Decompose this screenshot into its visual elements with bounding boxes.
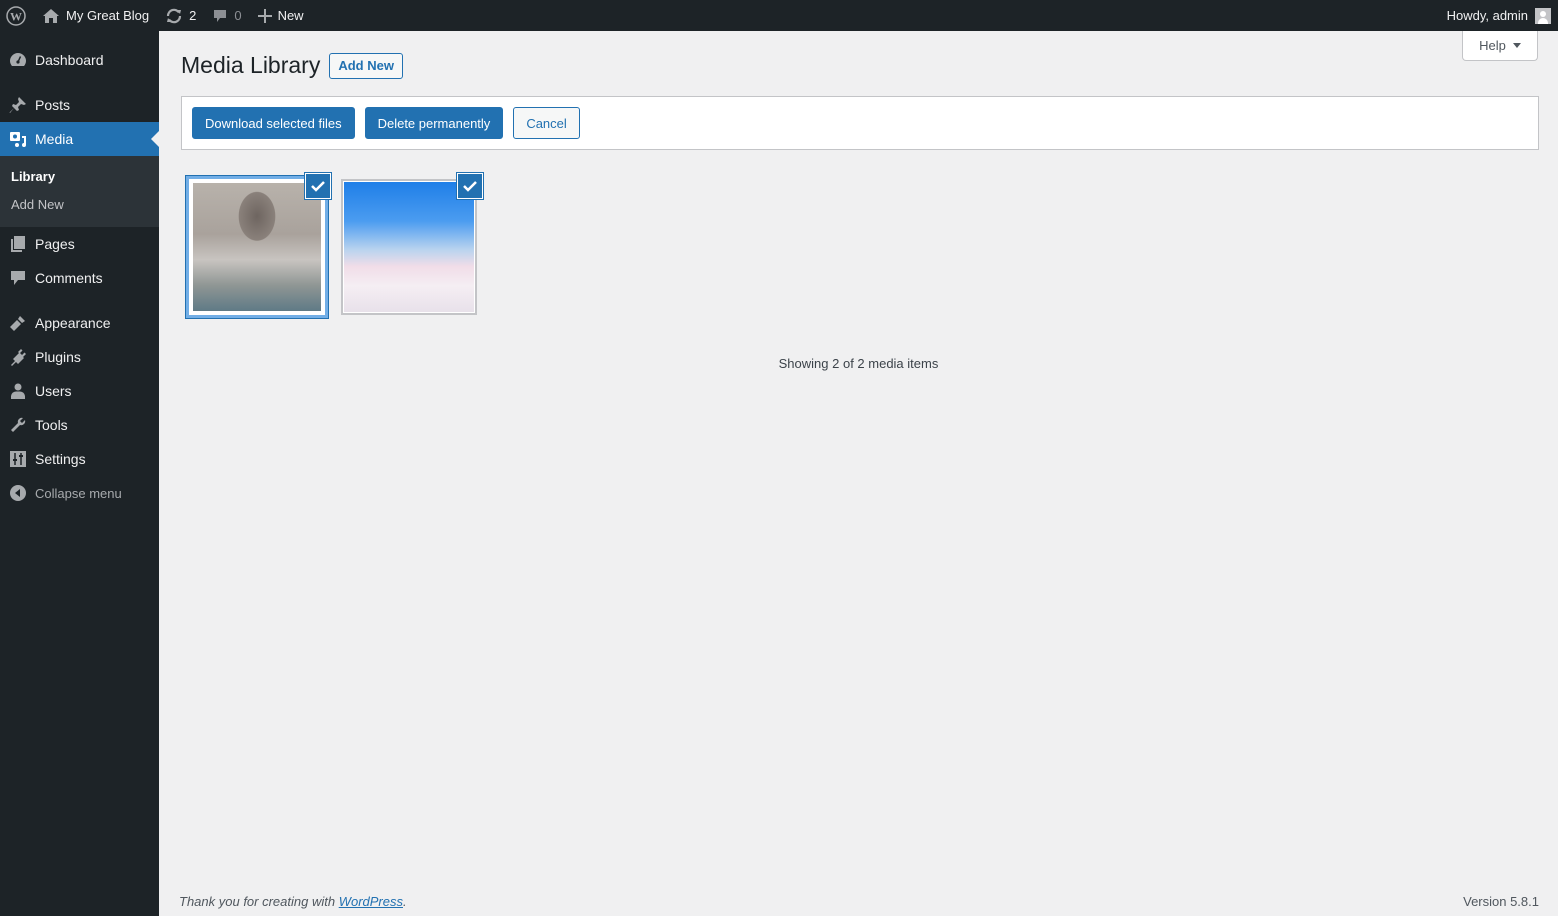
updates-count: 2 bbox=[189, 8, 197, 23]
new-content-menu[interactable]: New bbox=[250, 0, 312, 31]
settings-icon bbox=[8, 449, 28, 469]
media-count-status: Showing 2 of 2 media items bbox=[778, 356, 939, 371]
help-label: Help bbox=[1479, 38, 1506, 53]
collapse-menu-label: Collapse menu bbox=[35, 485, 122, 501]
wordpress-link[interactable]: WordPress bbox=[339, 894, 403, 909]
site-name: My Great Blog bbox=[66, 8, 150, 23]
footer-version: Version 5.8.1 bbox=[1463, 893, 1539, 909]
wordpress-logo-icon: W bbox=[6, 5, 26, 26]
footer: Thank you for creating with WordPress. V… bbox=[159, 886, 1558, 916]
wp-logo-menu[interactable]: W bbox=[0, 0, 34, 31]
sidebar-item-label: Media bbox=[35, 131, 74, 147]
comments-count: 0 bbox=[234, 8, 242, 23]
home-icon bbox=[42, 8, 60, 24]
media-toolbar: Download selected files Delete permanent… bbox=[181, 96, 1539, 150]
delete-permanently-button[interactable]: Delete permanently bbox=[364, 107, 504, 139]
footer-thanks-text: Thank you for creating with bbox=[179, 893, 339, 909]
submenu-item-library[interactable]: Library bbox=[0, 163, 159, 191]
admin-bar: W My Great Blog 2 0 New Howdy, admin bbox=[0, 0, 1558, 31]
comment-icon bbox=[212, 8, 228, 24]
svg-text:W: W bbox=[10, 9, 22, 23]
pin-icon bbox=[8, 95, 28, 115]
add-new-button[interactable]: Add New bbox=[329, 52, 403, 79]
sidebar-item-comments[interactable]: Comments bbox=[0, 261, 159, 295]
attachments-grid bbox=[186, 173, 490, 318]
footer-thanks: Thank you for creating with WordPress. bbox=[179, 894, 407, 909]
cancel-button[interactable]: Cancel bbox=[513, 107, 580, 139]
sidebar-item-label: Pages bbox=[35, 236, 75, 252]
dashboard-icon bbox=[8, 50, 28, 70]
attachment-checkbox[interactable] bbox=[305, 173, 331, 199]
sidebar-item-users[interactable]: Users bbox=[0, 374, 159, 408]
attachment-item[interactable] bbox=[338, 173, 483, 318]
sidebar-item-label: Settings bbox=[35, 451, 86, 467]
sidebar-item-settings[interactable]: Settings bbox=[0, 442, 159, 476]
sidebar-item-label: Appearance bbox=[35, 315, 111, 331]
sidebar-item-plugins[interactable]: Plugins bbox=[0, 340, 159, 374]
triangle-down-icon bbox=[1512, 43, 1521, 48]
user-icon bbox=[8, 381, 28, 401]
sidebar-item-media[interactable]: Media bbox=[0, 122, 159, 156]
admin-sidebar: Dashboard Posts Media Library Add New Pa… bbox=[0, 31, 159, 916]
comment-icon bbox=[8, 268, 28, 288]
sidebar-item-label: Comments bbox=[35, 270, 103, 286]
comments-menu[interactable]: 0 bbox=[204, 0, 249, 31]
sidebar-item-label: Dashboard bbox=[35, 52, 104, 68]
attachment-item[interactable] bbox=[186, 173, 331, 318]
wrench-icon bbox=[8, 415, 28, 435]
sidebar-item-dashboard[interactable]: Dashboard bbox=[0, 43, 159, 77]
sidebar-item-label: Plugins bbox=[35, 349, 81, 365]
sidebar-item-posts[interactable]: Posts bbox=[0, 88, 159, 122]
sidebar-item-tools[interactable]: Tools bbox=[0, 408, 159, 442]
footer-thanks-suffix: . bbox=[403, 893, 407, 909]
sidebar-item-appearance[interactable]: Appearance bbox=[0, 306, 159, 340]
collapse-arrow-icon bbox=[8, 483, 28, 503]
sidebar-item-label: Posts bbox=[35, 97, 71, 113]
thumbnail-image bbox=[193, 183, 321, 311]
attachment-checkbox[interactable] bbox=[457, 173, 483, 199]
plus-icon bbox=[257, 8, 272, 23]
updates-icon bbox=[165, 7, 183, 25]
plugin-icon bbox=[8, 347, 28, 367]
media-icon bbox=[8, 129, 28, 149]
attachment-thumbnail bbox=[189, 179, 325, 315]
sidebar-item-label: Tools bbox=[35, 417, 68, 433]
paintbrush-icon bbox=[8, 313, 28, 333]
attachment-thumbnail bbox=[341, 179, 477, 315]
site-name-menu[interactable]: My Great Blog bbox=[34, 0, 157, 31]
thumbnail-image bbox=[344, 182, 474, 312]
pages-icon bbox=[8, 234, 28, 254]
avatar bbox=[1535, 7, 1551, 24]
checkmark-icon bbox=[311, 180, 325, 192]
download-selected-button[interactable]: Download selected files bbox=[192, 107, 355, 139]
main-content: Help Media Library Add New Download sele… bbox=[159, 31, 1558, 916]
checkmark-icon bbox=[463, 180, 477, 192]
submenu-item-add-new[interactable]: Add New bbox=[0, 191, 159, 219]
help-button[interactable]: Help bbox=[1462, 31, 1538, 61]
greeting: Howdy, admin bbox=[1446, 8, 1528, 23]
page-header: Media Library Add New bbox=[181, 52, 403, 79]
sidebar-item-label: Users bbox=[35, 383, 72, 399]
sidebar-item-pages[interactable]: Pages bbox=[0, 227, 159, 261]
updates-menu[interactable]: 2 bbox=[157, 0, 204, 31]
my-account-menu[interactable]: Howdy, admin bbox=[1439, 0, 1558, 31]
new-label: New bbox=[277, 8, 304, 23]
collapse-menu-button[interactable]: Collapse menu bbox=[0, 476, 159, 510]
media-submenu: Library Add New bbox=[0, 156, 159, 227]
page-title: Media Library bbox=[181, 52, 321, 78]
